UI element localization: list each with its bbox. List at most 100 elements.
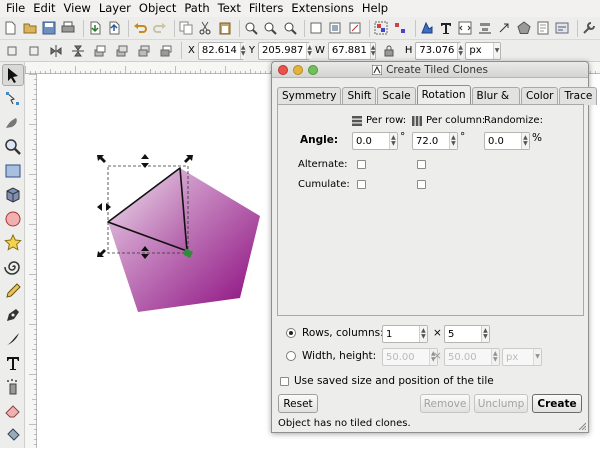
dialog-titlebar[interactable]: Create Tiled Clones	[272, 62, 588, 78]
handle-top-left[interactable]	[97, 155, 106, 163]
menu-path[interactable]: Path	[180, 0, 213, 17]
resize-grip-icon[interactable]	[578, 422, 586, 430]
ellipse-tool[interactable]	[2, 208, 24, 230]
reset-button[interactable]: Reset	[278, 394, 318, 413]
rows-input[interactable]: 1 ▲ ▼	[382, 325, 428, 343]
angle-randomize-stepper[interactable]: ▲ ▼	[520, 133, 529, 149]
angle-per-row-stepper[interactable]: ▲ ▼	[388, 133, 397, 149]
menu-extensions[interactable]: Extensions	[287, 0, 357, 17]
preferences-button[interactable]	[554, 19, 570, 38]
menu-object[interactable]: Object	[135, 0, 180, 17]
group-button[interactable]	[373, 19, 389, 38]
zoom-tool[interactable]	[2, 136, 24, 158]
tab-color[interactable]: Color	[521, 87, 559, 105]
width-height-radio[interactable]	[286, 351, 296, 361]
menu-help[interactable]: Help	[358, 0, 392, 17]
size-unit-select[interactable]: px ▼	[502, 348, 542, 366]
menu-layer[interactable]: Layer	[95, 0, 135, 17]
tab-scale[interactable]: Scale	[377, 87, 416, 105]
spiral-tool[interactable]	[2, 256, 24, 278]
eraser-tool[interactable]	[2, 400, 24, 422]
rectangle-tool[interactable]	[2, 160, 24, 182]
transform-button[interactable]	[496, 19, 512, 38]
symbols-button[interactable]	[515, 19, 531, 38]
use-saved-size-checkbox[interactable]	[280, 377, 289, 386]
h-stepper[interactable]: ▲ ▼	[457, 42, 464, 59]
height-stepper[interactable]: ▲ ▼	[490, 349, 499, 365]
w-field[interactable]: 67.881 ▲ ▼	[327, 41, 376, 60]
maximize-window-button[interactable]	[308, 65, 318, 75]
fill-stroke-button[interactable]	[418, 19, 434, 38]
rows-stepper[interactable]: ▲ ▼	[418, 326, 427, 342]
import-button[interactable]	[86, 19, 102, 38]
print-button[interactable]	[60, 19, 76, 38]
cumulate-per-column-checkbox[interactable]	[417, 180, 426, 189]
w-stepper[interactable]: ▲ ▼	[369, 42, 376, 59]
create-button[interactable]: Create	[532, 394, 582, 413]
tab-blur-opacity[interactable]: Blur & opacity	[471, 87, 521, 118]
lower-to-bottom-button[interactable]	[156, 41, 175, 60]
angle-per-column-stepper[interactable]: ▲ ▼	[448, 133, 457, 149]
handle-left[interactable]	[97, 203, 111, 211]
tab-rotation[interactable]: Rotation	[416, 85, 471, 106]
new-document-button[interactable]	[2, 19, 18, 38]
unclump-button[interactable]: Unclump	[474, 394, 528, 413]
cumulate-per-row-checkbox[interactable]	[357, 180, 366, 189]
align-distribute-button[interactable]	[477, 19, 493, 38]
spray-tool[interactable]	[2, 376, 24, 398]
raise-button[interactable]	[112, 41, 131, 60]
menu-view[interactable]: View	[60, 0, 95, 17]
copy-button[interactable]	[178, 19, 194, 38]
text-font-button[interactable]	[438, 19, 454, 38]
h-field[interactable]: 73.076 ▲ ▼	[415, 41, 464, 60]
pencil-tool[interactable]	[2, 280, 24, 302]
duplicate-button[interactable]	[308, 19, 324, 38]
xml-editor-button[interactable]	[457, 19, 473, 38]
3d-box-tool[interactable]	[2, 184, 24, 206]
tab-shift[interactable]: Shift	[342, 87, 377, 105]
selector-tool[interactable]	[2, 64, 24, 86]
close-window-button[interactable]	[278, 65, 288, 75]
drawing-canvas[interactable]	[37, 74, 271, 448]
raise-to-top-button[interactable]	[90, 41, 109, 60]
alternate-per-row-checkbox[interactable]	[357, 160, 366, 169]
x-field[interactable]: 82.614 ▲ ▼	[197, 41, 246, 60]
clone-button[interactable]	[327, 19, 343, 38]
y-stepper[interactable]: ▲ ▼	[306, 42, 312, 59]
tools-button[interactable]	[580, 19, 596, 38]
menu-file[interactable]: File	[0, 0, 29, 17]
tab-symmetry[interactable]: Symmetry	[277, 87, 342, 105]
rotate-cw-button[interactable]	[24, 41, 43, 60]
width-input[interactable]: 50.00 ▲ ▼	[382, 348, 438, 366]
ungroup-button[interactable]	[392, 19, 408, 38]
tweak-tool[interactable]	[2, 112, 24, 134]
zoom-selection-button[interactable]	[243, 19, 259, 38]
alternate-per-column-checkbox[interactable]	[417, 160, 426, 169]
rows-columns-radio[interactable]	[286, 328, 296, 338]
paint-bucket-tool[interactable]	[2, 424, 24, 446]
handle-bottom-left[interactable]	[97, 249, 106, 257]
y-field[interactable]: 205.987 ▲ ▼	[257, 41, 312, 60]
zoom-page-button[interactable]	[282, 19, 298, 38]
columns-stepper[interactable]: ▲ ▼	[480, 326, 489, 342]
lock-proportions-button[interactable]	[380, 41, 399, 60]
columns-input[interactable]: 5 ▲ ▼	[444, 325, 490, 343]
lower-button[interactable]	[134, 41, 153, 60]
open-button[interactable]	[21, 19, 37, 38]
unlink-clone-button[interactable]	[347, 19, 363, 38]
minimize-window-button[interactable]	[293, 65, 303, 75]
angle-per-column-input[interactable]: 72.0 ▲ ▼	[412, 132, 458, 150]
height-input[interactable]: 50.00 ▲ ▼	[444, 348, 500, 366]
save-button[interactable]	[41, 19, 57, 38]
tab-trace[interactable]: Trace	[559, 87, 598, 105]
paste-button[interactable]	[216, 19, 232, 38]
calligraphy-tool[interactable]	[2, 328, 24, 350]
rotate-ccw-button[interactable]	[2, 41, 21, 60]
pen-tool[interactable]	[2, 304, 24, 326]
text-tool[interactable]	[2, 352, 24, 374]
cut-button[interactable]	[197, 19, 213, 38]
node-tool[interactable]	[2, 88, 24, 110]
x-stepper[interactable]: ▲ ▼	[239, 42, 246, 59]
menu-filters[interactable]: Filters	[245, 0, 287, 17]
zoom-drawing-button[interactable]	[262, 19, 278, 38]
